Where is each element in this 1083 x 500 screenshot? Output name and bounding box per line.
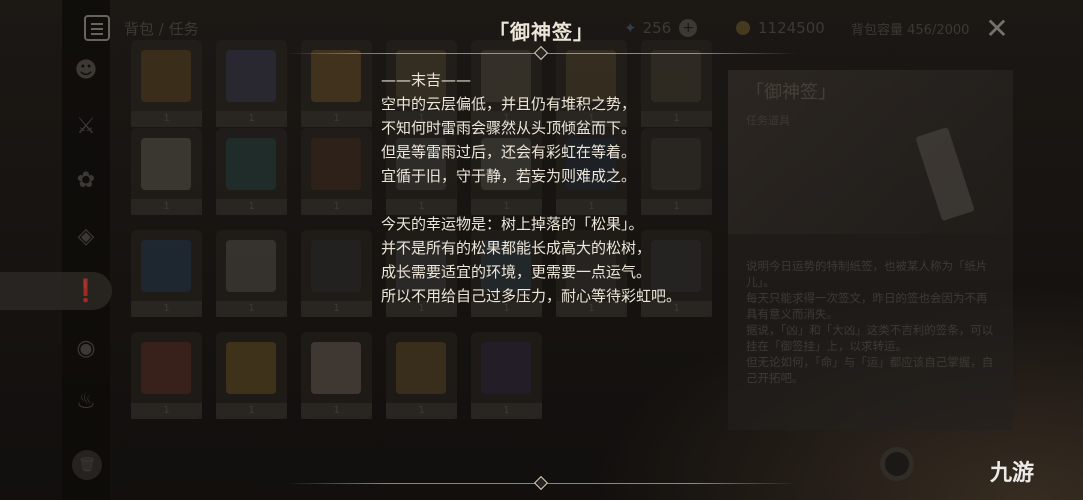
lucky-item-line: 今天的幸运物是：树上掉落的「松果」。: [381, 215, 644, 233]
fortune-line: 但是等雷雨过后，还会有彩虹在等着。: [381, 143, 637, 161]
fortune-line: 空中的云层偏低，并且仍有堆积之势，: [381, 95, 637, 113]
popup-title: 「御神签」: [489, 20, 594, 44]
watermark-logo: 九游: [990, 461, 1035, 486]
fortune-line: 所以不用给自己过多压力，耐心等待彩虹吧。: [381, 287, 682, 305]
fortune-line: 成长需要适宜的环境，更需要一点运气。: [381, 263, 652, 281]
fortune-rank: ——末吉——: [381, 71, 472, 89]
fortune-line: 不知何时雷雨会骤然从头顶倾盆而下。: [381, 119, 637, 137]
fortune-text: ——末吉—— 空中的云层偏低，并且仍有堆积之势， 不知何时雷雨会骤然从头顶倾盆而…: [381, 68, 721, 308]
fortune-line: 并不是所有的松果都能长成高大的松树，: [381, 239, 652, 257]
fortune-line: 宜循于旧，守于静，若妄为则难成之。: [381, 167, 637, 185]
